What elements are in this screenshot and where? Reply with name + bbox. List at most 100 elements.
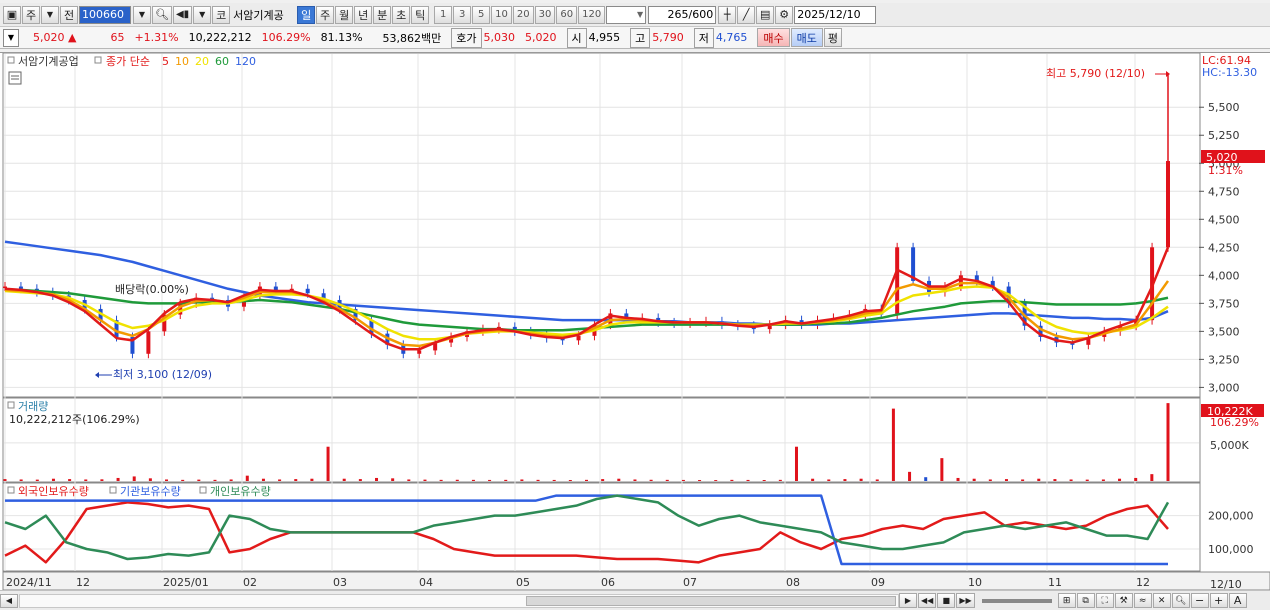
pattern-icon[interactable]: ≈ — [1133, 593, 1152, 608]
interval-30[interactable]: 30 — [534, 5, 556, 24]
quote-dropdown[interactable]: ▼ — [3, 28, 19, 47]
type-button[interactable]: 주 — [22, 5, 40, 24]
window-icon[interactable]: ▣ — [3, 5, 21, 24]
crosshair-icon[interactable]: ✕ — [1152, 593, 1171, 608]
candle-body-26 — [417, 350, 422, 354]
compare-icon[interactable]: ⧉ — [1076, 593, 1095, 608]
save-icon[interactable]: ▤ — [756, 5, 775, 24]
legend-box2-icon — [94, 56, 102, 64]
gear-icon[interactable]: ⚙ — [775, 5, 794, 24]
volume-bar-14 — [229, 479, 233, 481]
volume-bar-42 — [681, 479, 685, 481]
code-dropdown-icon[interactable]: ▼ — [133, 5, 151, 24]
candle-type-icon[interactable]: ┼ — [718, 5, 737, 24]
rate-value: 81.13% — [320, 31, 363, 44]
scrollbar-thumb[interactable] — [526, 595, 896, 606]
interval-60[interactable]: 60 — [556, 5, 578, 24]
volume-bar-47 — [762, 480, 766, 481]
tab-period-1[interactable]: 주 — [316, 5, 335, 24]
volume-bar-52 — [843, 479, 847, 481]
candle-body-36 — [576, 335, 581, 341]
tab-period-2[interactable]: 월 — [335, 5, 354, 24]
date-input[interactable]: 2025/12/10 — [794, 5, 877, 24]
tab-period-3[interactable]: 년 — [354, 5, 373, 24]
volume-bar-22 — [358, 479, 362, 481]
volume-bar-20 — [326, 446, 330, 481]
stock-code-input[interactable]: 100660 — [79, 5, 131, 24]
tab-period-6[interactable]: 틱 — [411, 5, 430, 24]
amount-value: 53,862백만 — [382, 31, 442, 45]
interval-select[interactable]: ▼ — [606, 5, 647, 24]
x-tick-4: 03 — [333, 576, 347, 589]
volume-y-tick: 5,000K — [1210, 439, 1249, 452]
legend-stock-name: 서암기계공업 — [18, 55, 79, 68]
font-size-icon[interactable]: A — [1228, 593, 1247, 608]
tab-period-0[interactable]: 일 — [297, 5, 316, 24]
change-value: 65 — [110, 31, 125, 44]
zoom-out-icon[interactable]: − — [1190, 593, 1209, 608]
zoom-in-icon[interactable]: + — [1209, 593, 1228, 608]
rewind-icon[interactable]: ◀◀ — [918, 593, 937, 608]
fast-forward-icon[interactable]: ▶▶ — [956, 593, 975, 608]
holding-legend-label-1: 기관보유수량 — [120, 485, 181, 498]
tab-period-4[interactable]: 분 — [373, 5, 392, 24]
volume-bar-16 — [261, 478, 265, 481]
price-y-tick-5: 4,250 — [1208, 241, 1240, 254]
fullscreen-icon[interactable]: ⛶ — [1095, 593, 1114, 608]
x-tick-7: 06 — [601, 576, 615, 589]
toolbar: ▣ 주 ▼ 전 100660 ▼ 🔍︎ ◀▮ ▼ 코 서암기계공 일주월년분초틱… — [0, 3, 1270, 27]
interval-120[interactable]: 120 — [578, 5, 606, 24]
buy-button[interactable]: 매수 — [757, 28, 790, 47]
volume-bar-27 — [439, 479, 443, 481]
chart-area[interactable]: 2024/11 12 2025/01 02 03 04 05 06 07 08 09 10 11 12 5,… — [0, 52, 1270, 591]
search-icon[interactable]: 🔍︎ — [152, 5, 172, 24]
view-mode-icon[interactable]: ⊞ — [1057, 593, 1076, 608]
volume-bar-25 — [407, 479, 411, 481]
volume-ratio-value: 106.29% — [261, 31, 311, 44]
eval-button[interactable]: 평 — [823, 28, 842, 47]
candle-body-9 — [146, 331, 151, 354]
type-dropdown-icon[interactable]: ▼ — [41, 5, 59, 24]
volume-bar-40 — [649, 479, 653, 481]
volume-legend-box-icon — [7, 401, 15, 409]
quote-bar: ▼ 5,020 ▲ 65 +1.31% 10,222,212 106.29% 8… — [0, 27, 1270, 49]
volume-bar-71 — [1150, 474, 1154, 481]
volume-bar-33 — [536, 479, 540, 481]
zoom-slider[interactable] — [981, 598, 1052, 603]
interval-20[interactable]: 20 — [512, 5, 534, 24]
play-icon[interactable]: ▶ — [899, 593, 917, 608]
interval-3[interactable]: 3 — [453, 5, 472, 24]
volume-bar-17 — [278, 479, 282, 481]
count-input[interactable]: 265/600 — [648, 5, 717, 24]
x-tick-12: 11 — [1048, 576, 1062, 589]
table-icon[interactable] — [8, 71, 22, 85]
prev-button[interactable]: 전 — [60, 5, 78, 24]
indicator-icon[interactable]: ⚒ — [1114, 593, 1133, 608]
volume-bar-29 — [471, 479, 475, 481]
horizontal-scrollbar[interactable] — [19, 593, 899, 608]
x-tick-5: 04 — [419, 576, 433, 589]
legend-box-icon — [7, 56, 15, 64]
sound-icon[interactable]: ◀▮ — [172, 5, 193, 24]
market-tag[interactable]: 코 — [212, 5, 231, 24]
interval-1[interactable]: 1 — [434, 5, 453, 24]
sound-dropdown-icon[interactable]: ▼ — [193, 5, 212, 24]
volume-bar-53 — [859, 478, 863, 481]
volume-bar-8 — [132, 476, 136, 481]
price-text: 5,020 — [33, 31, 65, 44]
volume-bar-46 — [746, 479, 750, 481]
stop-icon[interactable]: ■ — [937, 593, 956, 608]
interval-5[interactable]: 5 — [472, 5, 491, 24]
volume-bar-60 — [972, 478, 976, 481]
draw-tool-icon[interactable]: ╱ — [737, 5, 756, 24]
scroll-left-icon[interactable]: ◀ — [0, 593, 18, 608]
volume-bar-34 — [552, 479, 556, 481]
interval-10[interactable]: 10 — [491, 5, 512, 24]
tab-period-5[interactable]: 초 — [392, 5, 411, 24]
volume-bar-44 — [714, 480, 718, 481]
open-value: 4,955 — [588, 31, 621, 44]
sell-button[interactable]: 매도 — [790, 28, 823, 47]
magnify-icon[interactable]: 🔍︎ — [1171, 593, 1190, 608]
count-value: 265 — [667, 8, 689, 21]
volume-bar-58 — [940, 458, 944, 481]
